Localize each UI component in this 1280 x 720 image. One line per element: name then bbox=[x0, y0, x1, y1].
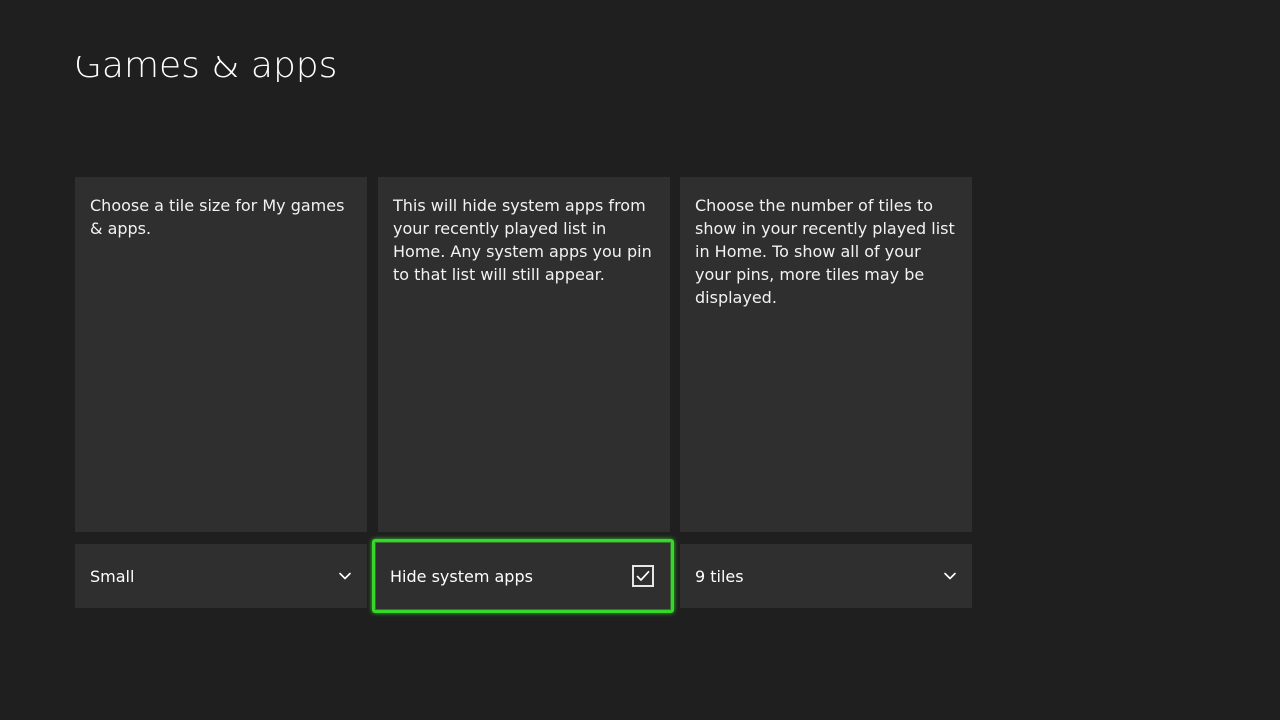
tile-count-value: 9 tiles bbox=[695, 566, 744, 586]
page-title-container: Games & apps bbox=[74, 32, 394, 82]
hide-system-apps-label: Hide system apps bbox=[390, 566, 533, 586]
hide-system-apps-checkbox[interactable]: Hide system apps bbox=[372, 539, 674, 613]
tile-size-dropdown[interactable]: Small bbox=[75, 544, 367, 608]
chevron-down-icon bbox=[943, 569, 957, 583]
chevron-down-icon bbox=[338, 569, 352, 583]
page-title: Games & apps bbox=[74, 45, 338, 83]
tile-size-description: Choose a tile size for My games & apps. bbox=[90, 196, 345, 238]
tile-count-description-panel: Choose the number of tiles to show in yo… bbox=[680, 177, 972, 532]
tile-count-dropdown[interactable]: 9 tiles bbox=[680, 544, 972, 608]
checkbox-checked-icon bbox=[632, 565, 654, 587]
tile-size-description-panel: Choose a tile size for My games & apps. bbox=[75, 177, 367, 532]
tile-size-value: Small bbox=[90, 566, 135, 586]
hide-system-apps-description: This will hide system apps from your rec… bbox=[393, 196, 652, 284]
hide-system-apps-description-panel: This will hide system apps from your rec… bbox=[378, 177, 670, 532]
tile-count-description: Choose the number of tiles to show in yo… bbox=[695, 196, 955, 307]
